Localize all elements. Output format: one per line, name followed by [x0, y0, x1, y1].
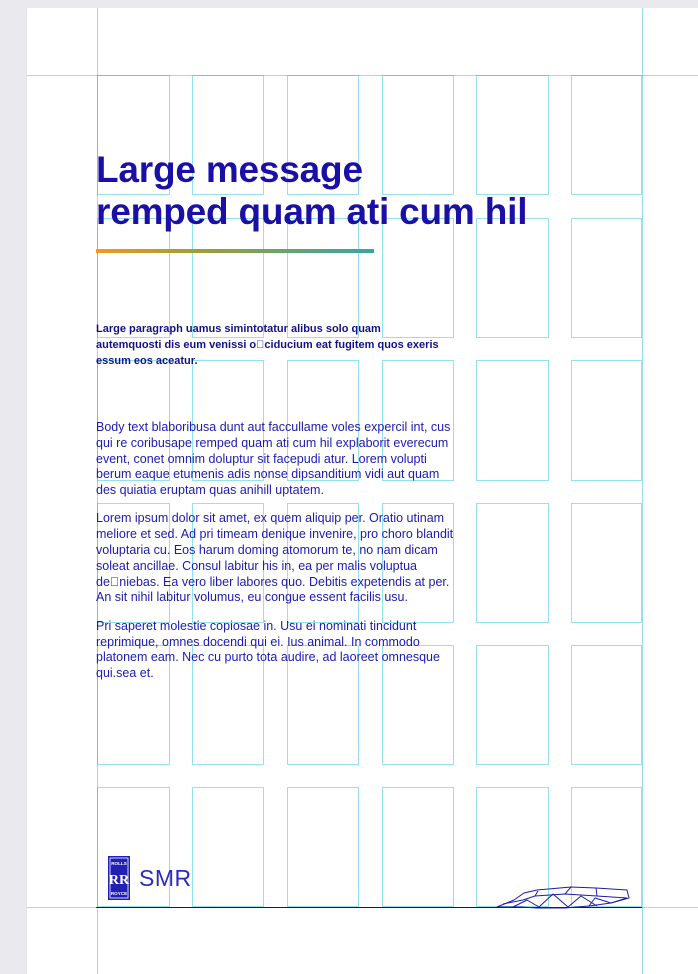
grid-cell: [571, 360, 642, 481]
page-title: Large message remped quam ati cum hil: [96, 149, 528, 233]
grid-cell: [571, 75, 642, 195]
document-page: Large message remped quam ati cum hil La…: [27, 8, 698, 974]
grid-cell: [571, 218, 642, 338]
lead-paragraph: Large paragraph uamus simintotatur alibu…: [96, 323, 439, 367]
badge-top-text: ROLLS: [111, 861, 127, 866]
grid-line-vertical: [642, 8, 643, 974]
badge-bottom-text: ROYCE: [111, 891, 127, 896]
body-paragraph-1: Body text blaboribusa dunt aut faccullam…: [96, 420, 451, 498]
main-content: Large message remped quam ati cum hil La…: [96, 149, 528, 694]
grid-cell: [192, 787, 264, 907]
body-paragraph-2: Lorem ipsum dolor sit amet, ex quem aliq…: [96, 511, 454, 605]
grid-cell: [476, 645, 549, 765]
brand-name: SMR: [139, 864, 192, 891]
grid-cell: [571, 503, 642, 623]
grid-cell: [287, 787, 359, 907]
badge-monogram: RR: [109, 873, 130, 888]
brand-lockup: ROLLS RR ROYCE SMR: [107, 855, 192, 901]
grid-cell: [476, 360, 549, 481]
headline-line-2: remped quam ati cum hil: [96, 191, 528, 232]
grid-line-horizontal: [27, 75, 698, 76]
body-paragraph-3: Pri saperet molestie copiosae in. Usu ei…: [96, 618, 440, 681]
headline-accent-rule: [96, 249, 374, 253]
grid-cell: [571, 645, 642, 765]
grid-cell: [476, 75, 549, 195]
grid-cell: [476, 218, 549, 338]
grid-cell: [476, 503, 549, 623]
headline-line-1: Large message: [96, 149, 363, 190]
grid-cell: [382, 787, 454, 907]
rolls-royce-badge-icon: ROLLS RR ROYCE: [108, 856, 130, 900]
reactor-outline-icon: [496, 886, 630, 909]
